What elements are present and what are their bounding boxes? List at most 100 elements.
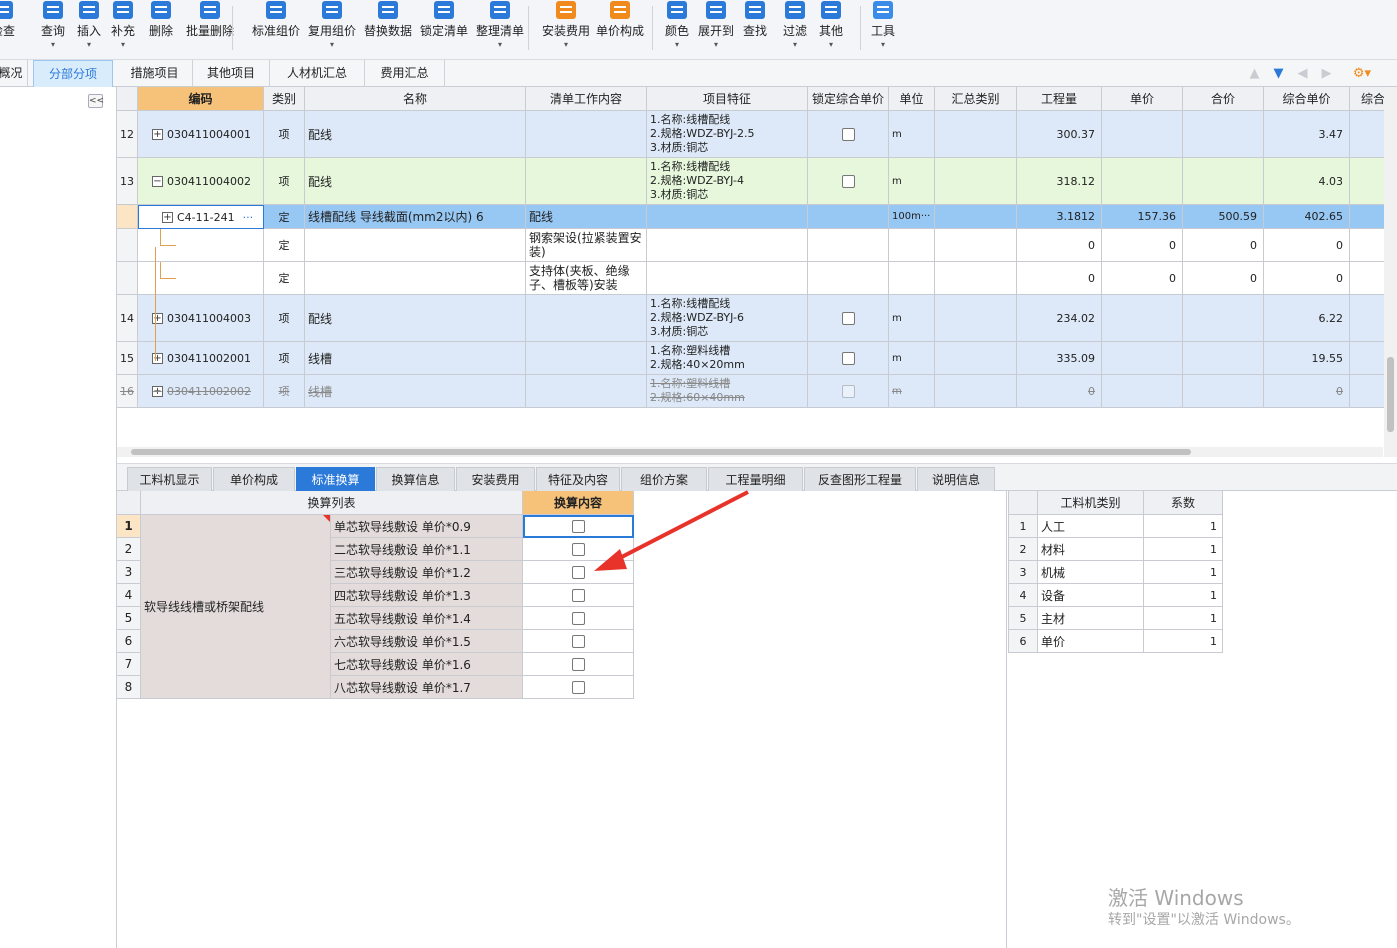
quantity-cell[interactable]: 234.02 bbox=[1017, 295, 1102, 342]
move-down-icon[interactable]: ▼ bbox=[1272, 67, 1285, 80]
features-cell[interactable] bbox=[647, 205, 808, 229]
lock-price-checkbox[interactable] bbox=[841, 384, 855, 398]
move-left-icon[interactable]: ◀ bbox=[1296, 67, 1309, 80]
grid-header-11[interactable]: 合价 bbox=[1183, 87, 1264, 111]
detail-tab-5[interactable]: 特征及内容 bbox=[536, 467, 620, 492]
work-content-cell[interactable] bbox=[526, 342, 647, 375]
code-cell[interactable]: −030411004002 bbox=[138, 158, 264, 205]
toolbar-button-5[interactable]: 批量删除 bbox=[184, 0, 236, 60]
conversion-checkbox-cell[interactable] bbox=[523, 515, 634, 538]
lock-price-cell[interactable] bbox=[808, 229, 889, 262]
grid-header-8[interactable]: 汇总类别 bbox=[935, 87, 1017, 111]
grid-header-5[interactable]: 项目特征 bbox=[647, 87, 808, 111]
toolbar-button-2[interactable]: 插入 ▾ bbox=[76, 0, 102, 60]
quantity-cell[interactable]: 3.1812 bbox=[1017, 205, 1102, 229]
features-cell[interactable] bbox=[647, 229, 808, 262]
vertical-scrollbar[interactable] bbox=[1384, 87, 1397, 457]
lock-price-cell[interactable] bbox=[808, 342, 889, 375]
conversion-checkbox-cell[interactable] bbox=[523, 676, 634, 699]
name-cell[interactable] bbox=[305, 229, 526, 262]
summary-type-cell[interactable] bbox=[935, 111, 1017, 158]
conversion-checkbox[interactable] bbox=[571, 588, 585, 602]
settings-menu-icon[interactable]: ⚙▾ bbox=[1351, 67, 1373, 80]
tab-cost-summary[interactable]: 费用汇总 bbox=[365, 60, 445, 87]
grid-header-3[interactable]: 名称 bbox=[305, 87, 526, 111]
features-cell[interactable]: 1.名称:塑料线槽 2.规格:40×20mm bbox=[647, 342, 808, 375]
grid-header-2[interactable]: 类别 bbox=[264, 87, 305, 111]
work-content-cell[interactable]: 钢索架设(拉紧装置安 装) bbox=[526, 229, 647, 262]
grid-row[interactable]: 15 +030411002001 项线槽 1.名称:塑料线槽 2.规格:40×20mm… bbox=[117, 342, 1397, 375]
lock-price-checkbox[interactable] bbox=[841, 311, 855, 325]
name-cell[interactable]: 线槽 bbox=[305, 375, 526, 408]
features-cell[interactable]: 1.名称:线槽配线 2.规格:WDZ-BYJ-2.5 3.材质:铜芯 bbox=[647, 111, 808, 158]
collapse-panel-button[interactable]: << bbox=[88, 94, 104, 108]
conversion-checkbox[interactable] bbox=[571, 611, 585, 625]
tab-subdivision[interactable]: 分部分项 bbox=[33, 60, 113, 87]
more-options-icon[interactable]: ··· bbox=[243, 211, 254, 224]
code-cell[interactable]: +030411002001 bbox=[138, 342, 264, 375]
summary-type-cell[interactable] bbox=[935, 158, 1017, 205]
quantity-cell[interactable]: 0 bbox=[1017, 229, 1102, 262]
code-cell[interactable]: +030411004003 bbox=[138, 295, 264, 342]
conversion-checkbox-cell[interactable] bbox=[523, 653, 634, 676]
lock-price-cell[interactable] bbox=[808, 262, 889, 295]
toolbar-button-0[interactable]: 检查 bbox=[0, 0, 18, 60]
features-cell[interactable]: 1.名称:塑料线槽 2.规格:60×40mm bbox=[647, 375, 808, 408]
detail-tab-3[interactable]: 换算信息 bbox=[376, 467, 455, 492]
toolbar-button-6[interactable]: 标准组价 bbox=[250, 0, 302, 60]
conversion-checkbox-cell[interactable] bbox=[523, 561, 634, 584]
grid-header-4[interactable]: 清单工作内容 bbox=[526, 87, 647, 111]
conversion-checkbox-cell[interactable] bbox=[523, 584, 634, 607]
detail-tab-9[interactable]: 说明信息 bbox=[917, 467, 995, 492]
toolbar-button-14[interactable]: 展开到 ▾ bbox=[696, 0, 736, 60]
lock-price-cell[interactable] bbox=[808, 158, 889, 205]
grid-header-6[interactable]: 锁定综合单价 bbox=[808, 87, 889, 111]
conversion-checkbox[interactable] bbox=[571, 542, 585, 556]
detail-tab-0[interactable]: 工料机显示 bbox=[127, 467, 212, 492]
toolbar-button-15[interactable]: 查找 bbox=[742, 0, 768, 60]
summary-type-cell[interactable] bbox=[935, 342, 1017, 375]
toolbar-button-9[interactable]: 锁定清单 bbox=[418, 0, 470, 60]
toolbar-button-3[interactable]: 补充 ▾ bbox=[110, 0, 136, 60]
name-cell[interactable]: 线槽 bbox=[305, 342, 526, 375]
quantity-cell[interactable]: 0 bbox=[1017, 375, 1102, 408]
toolbar-button-10[interactable]: 整理清单 ▾ bbox=[474, 0, 526, 60]
grid-header-9[interactable]: 工程量 bbox=[1017, 87, 1102, 111]
quantity-cell[interactable]: 300.37 bbox=[1017, 111, 1102, 158]
tab-measures[interactable]: 措施项目 bbox=[117, 60, 193, 87]
toolbar-button-11[interactable]: 安装费用 ▾ bbox=[540, 0, 592, 60]
coef-factor-cell[interactable]: 1 bbox=[1144, 515, 1223, 538]
work-content-cell[interactable]: 支持体(夹板、绝缘 子、槽板等)安装 bbox=[526, 262, 647, 295]
features-cell[interactable]: 1.名称:线槽配线 2.规格:WDZ-BYJ-6 3.材质:铜芯 bbox=[647, 295, 808, 342]
toolbar-button-7[interactable]: 复用组价 ▾ bbox=[306, 0, 358, 60]
expand-toggle-icon[interactable]: + bbox=[152, 312, 163, 324]
grid-row[interactable]: 14 +030411004003 项配线 1.名称:线槽配线 2.规格:WDZ-BYJ… bbox=[117, 295, 1397, 342]
coef-factor-cell[interactable]: 1 bbox=[1144, 538, 1223, 561]
lock-price-checkbox[interactable] bbox=[841, 351, 855, 365]
coef-factor-cell[interactable]: 1 bbox=[1144, 607, 1223, 630]
conversion-checkbox[interactable] bbox=[571, 634, 585, 648]
grid-row[interactable]: 定支持体(夹板、绝缘 子、槽板等)安装 0 0 0 0 bbox=[117, 262, 1397, 295]
code-cell[interactable]: + C4-11-241 ··· bbox=[138, 205, 264, 229]
toolbar-button-13[interactable]: 颜色 ▾ bbox=[664, 0, 690, 60]
horizontal-scrollbar[interactable] bbox=[117, 447, 1383, 457]
quantity-cell[interactable]: 335.09 bbox=[1017, 342, 1102, 375]
detail-tab-7[interactable]: 工程量明细 bbox=[708, 467, 803, 492]
toolbar-button-18[interactable]: 工具 ▾ bbox=[870, 0, 896, 60]
coef-factor-cell[interactable]: 1 bbox=[1144, 561, 1223, 584]
move-right-icon[interactable]: ▶ bbox=[1320, 67, 1333, 80]
coef-factor-cell[interactable]: 1 bbox=[1144, 630, 1223, 653]
expand-toggle-icon[interactable]: − bbox=[152, 175, 163, 187]
detail-tab-8[interactable]: 反查图形工程量 bbox=[804, 467, 916, 492]
features-cell[interactable] bbox=[647, 262, 808, 295]
grid-row[interactable]: + C4-11-241 ··· 定线槽配线 导线截面(mm2以内) 6 配线 100m··… bbox=[117, 205, 1397, 229]
toolbar-button-12[interactable]: 单价构成 bbox=[594, 0, 646, 60]
work-content-cell[interactable] bbox=[526, 111, 647, 158]
expand-toggle-icon[interactable]: + bbox=[152, 385, 163, 397]
move-up-icon[interactable]: ▲ bbox=[1248, 67, 1261, 80]
code-cell[interactable]: +030411004001 bbox=[138, 111, 264, 158]
summary-type-cell[interactable] bbox=[935, 375, 1017, 408]
name-cell[interactable] bbox=[305, 262, 526, 295]
work-content-cell[interactable] bbox=[526, 375, 647, 408]
toolbar-button-8[interactable]: 替换数据 bbox=[362, 0, 414, 60]
